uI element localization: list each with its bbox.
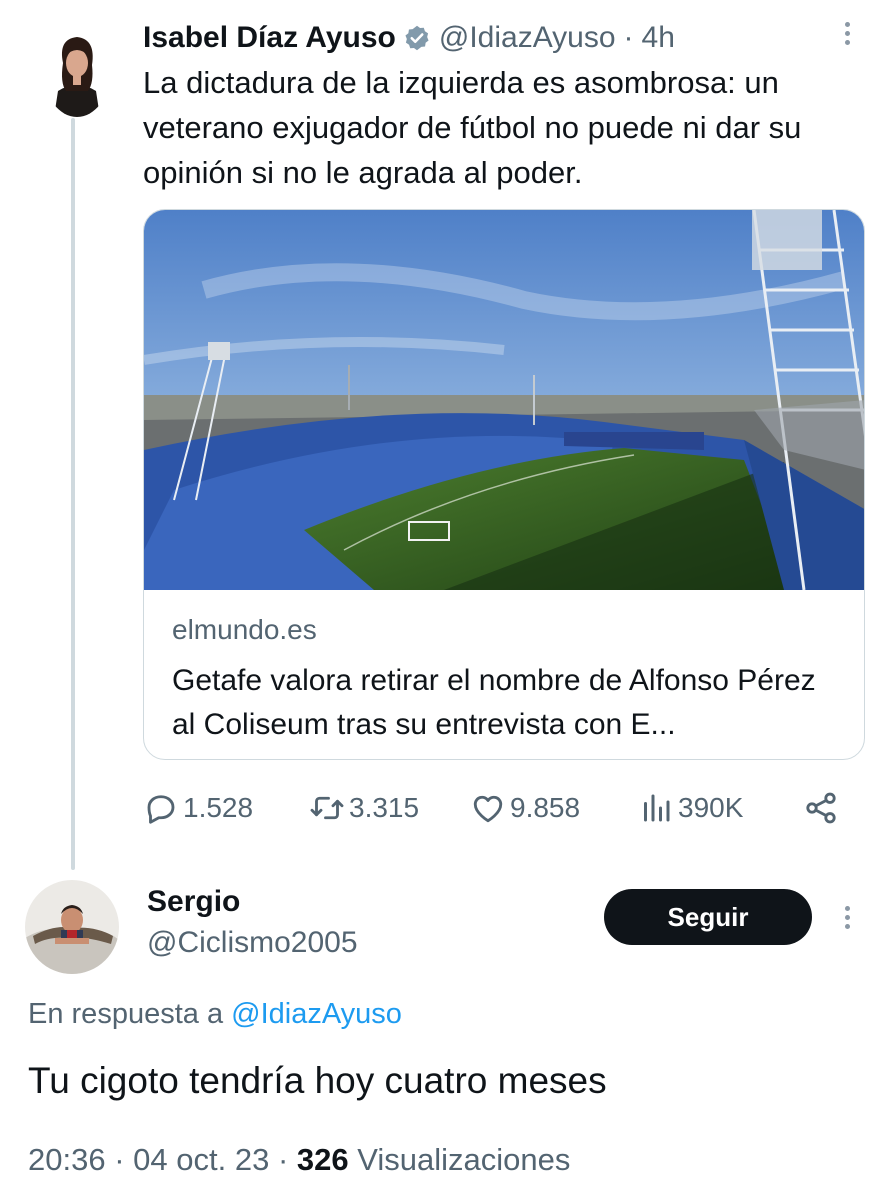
meta-separator: · — [277, 1142, 289, 1177]
card-title: Getafe valora retirar el nombre de Alfon… — [172, 664, 816, 741]
author-name[interactable]: Isabel Díaz Ayuso — [143, 21, 396, 55]
reply-meta: 20:36 · 04 oct. 23 · 326 Visualizaciones — [28, 1142, 570, 1178]
card-domain: elmundo.es — [172, 614, 317, 645]
follow-button[interactable]: Seguir — [604, 889, 812, 945]
in-reply-to-handle[interactable]: @IdiazAyuso — [231, 998, 402, 1030]
retweet-icon — [310, 796, 344, 820]
author-handle[interactable]: @IdiazAyuso — [439, 21, 616, 55]
meta-separator: · — [114, 1142, 125, 1177]
views-icon — [644, 794, 670, 822]
tweet-time[interactable]: 4h — [642, 21, 675, 55]
tweet-actions: 1.528 3.315 9.858 390K — [143, 786, 843, 830]
reply-author-handle[interactable]: @Ciclismo2005 — [147, 926, 358, 960]
views-button[interactable]: 390K — [638, 786, 743, 830]
more-icon[interactable] — [845, 906, 853, 929]
reply-views-count: 326 — [296, 1142, 349, 1177]
link-card[interactable]: elmundo.es Getafe valora retirar el nomb… — [143, 209, 865, 760]
share-button[interactable] — [803, 786, 843, 830]
reply-date[interactable]: 04 oct. 23 — [133, 1142, 269, 1177]
like-icon — [473, 795, 503, 823]
reply-author-avatar[interactable] — [25, 880, 119, 974]
in-reply-to: En respuesta a @IdiazAyuso — [28, 998, 402, 1031]
share-icon — [806, 792, 836, 824]
reply-author-name[interactable]: Sergio — [147, 885, 240, 919]
reply-views-label: Visualizaciones — [357, 1142, 571, 1177]
verified-badge-icon — [405, 25, 429, 51]
in-reply-to-prefix: En respuesta a — [28, 998, 224, 1030]
more-icon[interactable] — [845, 22, 853, 45]
like-button[interactable]: 9.858 — [470, 786, 580, 830]
reply-icon — [147, 795, 175, 824]
author-avatar[interactable] — [44, 27, 110, 117]
thread-line — [71, 118, 75, 870]
views-count: 390K — [678, 792, 744, 823]
card-image — [144, 210, 864, 590]
reply-button[interactable]: 1.528 — [143, 786, 253, 830]
tweet-text: La dictadura de la izquierda es asombros… — [143, 65, 802, 190]
reply-time[interactable]: 20:36 — [28, 1142, 106, 1177]
reply-count: 1.528 — [183, 792, 254, 823]
retweet-count: 3.315 — [349, 792, 420, 823]
reply-text: Tu cigoto tendría hoy cuatro meses — [28, 1060, 607, 1101]
header-separator: · — [623, 21, 634, 54]
retweet-button[interactable]: 3.315 — [309, 786, 419, 830]
tweet-header: Isabel Díaz Ayuso @IdiazAyuso · 4h — [143, 18, 675, 58]
like-count: 9.858 — [510, 792, 581, 823]
